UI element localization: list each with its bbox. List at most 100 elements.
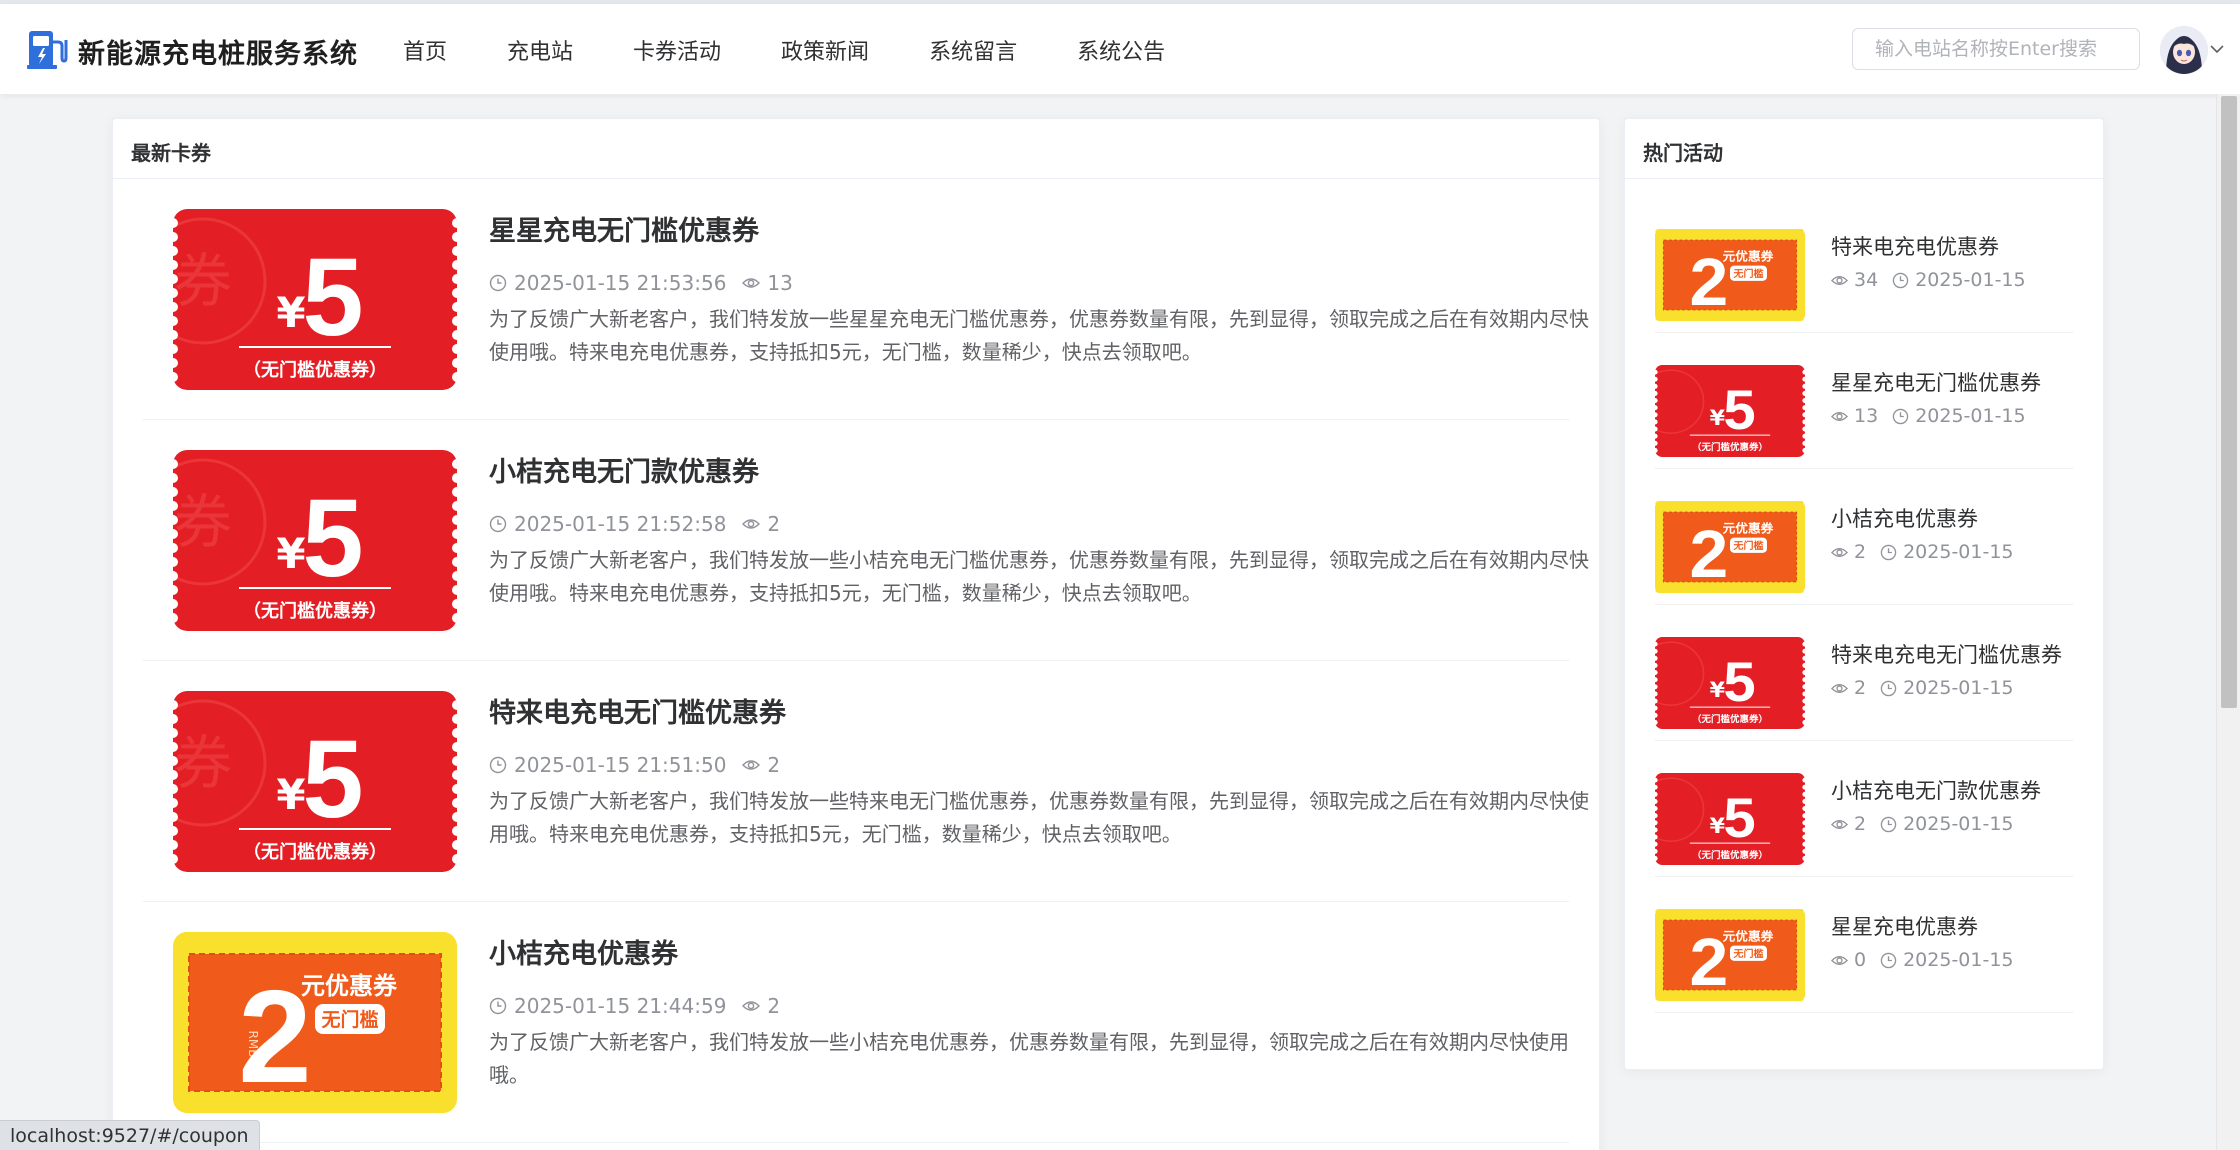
svg-text:¥: ¥	[276, 288, 305, 337]
svg-text:5: 5	[302, 236, 363, 359]
user-avatar[interactable]	[2160, 26, 2208, 74]
hot-activity-item[interactable]: 2 元优惠券 无门槛 特来电充电优惠券 34 2025-01-15	[1655, 197, 2073, 333]
coupon-description: 为了反馈广大新老客户，我们特发放一些星星充电无门槛优惠券，优惠券数量有限，先到显…	[489, 307, 1589, 364]
activity-image[interactable]: ¥ 5 （无门槛优惠券）	[1655, 637, 1805, 729]
svg-text:5: 5	[1723, 651, 1755, 714]
coupon-list-item[interactable]: RMB 2 元优惠券 无门槛 小桔充电优惠券 2025-01-15 21:44:…	[143, 902, 1569, 1143]
activity-views: 13	[1854, 405, 1879, 427]
svg-text:券: 券	[174, 247, 232, 315]
coupon-meta: 2025-01-15 21:51:50 2	[489, 753, 780, 777]
activity-title[interactable]: 特来电充电优惠券	[1831, 231, 1999, 261]
activity-image[interactable]: 2 元优惠券 无门槛	[1655, 909, 1805, 1001]
activity-title[interactable]: 星星充电优惠券	[1831, 911, 1978, 941]
hot-activity-item[interactable]: 2 元优惠券 无门槛 小桔充电优惠券 2 2025-01-15	[1655, 469, 2073, 605]
station-search-input[interactable]	[1852, 28, 2140, 70]
svg-text:无门槛: 无门槛	[1732, 267, 1763, 280]
activity-meta: 13 2025-01-15	[1831, 405, 2026, 427]
hot-activities-list: 2 元优惠券 无门槛 特来电充电优惠券 34 2025-01-15 ¥ 5 （无…	[1625, 179, 2103, 1013]
activity-views: 2	[1854, 541, 1867, 563]
coupon-image[interactable]: RMB 2 元优惠券 无门槛	[173, 932, 457, 1113]
svg-text:无门槛: 无门槛	[1732, 539, 1763, 552]
coupon-title[interactable]: 小桔充电无门款优惠券	[489, 450, 759, 489]
hot-activity-item[interactable]: ¥ 5 （无门槛优惠券） 星星充电无门槛优惠券 13 2025-01-15	[1655, 333, 2073, 469]
svg-text:¥: ¥	[1710, 814, 1725, 839]
activity-title[interactable]: 特来电充电无门槛优惠券	[1831, 639, 2062, 669]
svg-text:¥: ¥	[1710, 406, 1725, 431]
nav-messages[interactable]: 系统留言	[929, 34, 1017, 66]
clock-icon	[1880, 680, 1897, 696]
coupon-image[interactable]: 券 ¥ 5 （无门槛优惠券）	[173, 691, 457, 872]
eye-icon	[1831, 955, 1848, 965]
activity-title[interactable]: 小桔充电优惠券	[1831, 503, 1978, 533]
svg-text:（无门槛优惠券）: （无门槛优惠券）	[243, 359, 387, 381]
coupon-title[interactable]: 小桔充电优惠券	[489, 932, 678, 971]
coupon-image[interactable]: 券 ¥ 5 （无门槛优惠券）	[173, 450, 457, 631]
nav-charging-stations[interactable]: 充电站	[507, 34, 573, 66]
coupon-datetime: 2025-01-15 21:52:58	[514, 512, 727, 536]
hot-activity-item[interactable]: ¥ 5 （无门槛优惠券） 特来电充电无门槛优惠券 2 2025-01-15	[1655, 605, 2073, 741]
hot-activity-item[interactable]: 2 元优惠券 无门槛 星星充电优惠券 0 2025-01-15	[1655, 877, 2073, 1013]
coupon-list-item[interactable]: 券 ¥ 5 （无门槛优惠券） 小桔充电无门款优惠券 2025-01-15 21:…	[143, 420, 1589, 661]
svg-text:（无门槛优惠券）: （无门槛优惠券）	[1692, 713, 1768, 725]
activity-meta: 0 2025-01-15	[1831, 949, 2014, 971]
activity-views: 0	[1854, 949, 1867, 971]
coupon-title[interactable]: 特来电充电无门槛优惠券	[489, 691, 786, 730]
clock-icon	[1892, 408, 1909, 424]
activity-title[interactable]: 小桔充电无门款优惠券	[1831, 775, 2041, 805]
nav-coupon-activities[interactable]: 卡券活动	[633, 34, 721, 66]
activity-views: 2	[1854, 677, 1867, 699]
coupon-list-item[interactable]: 券 ¥ 5 （无门槛优惠券） 星星充电无门槛优惠券 2025-01-15 21:…	[143, 179, 1589, 420]
hot-activities-title: 热门活动	[1625, 119, 2103, 179]
svg-text:券: 券	[174, 729, 232, 797]
svg-text:¥: ¥	[276, 529, 305, 578]
svg-text:¥: ¥	[1710, 678, 1725, 703]
eye-icon	[742, 1001, 761, 1011]
coupon-datetime: 2025-01-15 21:53:56	[514, 271, 727, 295]
activity-date: 2025-01-15	[1915, 269, 2026, 291]
coupon-list-item[interactable]: 券 ¥ 5 （无门槛优惠券） 特来电充电无门槛优惠券 2025-01-15 21…	[143, 661, 1589, 902]
svg-text:5: 5	[1723, 787, 1755, 850]
top-navbar: 新能源充电桩服务系统 首页 充电站 卡券活动 政策新闻 系统留言 系统公告	[0, 4, 2240, 94]
page-scrollbar[interactable]	[2216, 94, 2240, 1150]
svg-text:¥: ¥	[276, 770, 305, 819]
coupon-views: 2	[767, 753, 781, 777]
clock-icon	[489, 274, 507, 292]
svg-text:（无门槛优惠券）: （无门槛优惠券）	[243, 841, 387, 863]
svg-text:元优惠券: 元优惠券	[1723, 521, 1774, 536]
eye-icon	[742, 519, 761, 529]
coupon-image[interactable]: 券 ¥ 5 （无门槛优惠券）	[173, 209, 457, 390]
nav-home[interactable]: 首页	[403, 34, 447, 66]
brand-title[interactable]: 新能源充电桩服务系统	[78, 32, 358, 71]
coupon-datetime: 2025-01-15 21:44:59	[514, 994, 727, 1018]
activity-date: 2025-01-15	[1903, 949, 2014, 971]
coupon-views: 2	[767, 994, 781, 1018]
chevron-down-icon[interactable]	[2210, 42, 2224, 58]
clock-icon	[1880, 952, 1897, 968]
activity-title[interactable]: 星星充电无门槛优惠券	[1831, 367, 2041, 397]
coupon-list: 券 ¥ 5 （无门槛优惠券） 星星充电无门槛优惠券 2025-01-15 21:…	[113, 179, 1599, 1143]
activity-meta: 2 2025-01-15	[1831, 677, 2014, 699]
hot-activity-item[interactable]: ¥ 5 （无门槛优惠券） 小桔充电无门款优惠券 2 2025-01-15	[1655, 741, 2073, 877]
eye-icon	[1831, 547, 1848, 557]
activity-date: 2025-01-15	[1903, 541, 2014, 563]
charging-station-logo-icon[interactable]	[27, 28, 69, 70]
eye-icon	[1831, 411, 1848, 421]
activity-image[interactable]: 2 元优惠券 无门槛	[1655, 229, 1805, 321]
clock-icon	[489, 997, 507, 1015]
coupon-title[interactable]: 星星充电无门槛优惠券	[489, 209, 759, 248]
activity-meta: 2 2025-01-15	[1831, 813, 2014, 835]
activity-image[interactable]: ¥ 5 （无门槛优惠券）	[1655, 365, 1805, 457]
activity-image[interactable]: ¥ 5 （无门槛优惠券）	[1655, 773, 1805, 865]
coupon-views: 13	[767, 271, 793, 295]
activity-image[interactable]: 2 元优惠券 无门槛	[1655, 501, 1805, 593]
coupon-views: 2	[767, 512, 781, 536]
clock-icon	[489, 756, 507, 774]
svg-text:元优惠券: 元优惠券	[1723, 929, 1774, 944]
nav-policy-news[interactable]: 政策新闻	[781, 34, 869, 66]
nav-announcements[interactable]: 系统公告	[1077, 34, 1165, 66]
clock-icon	[1880, 816, 1897, 832]
coupon-description: 为了反馈广大新老客户，我们特发放一些小桔充电优惠券，优惠券数量有限，先到显得，领…	[489, 1030, 1569, 1087]
eye-icon	[1831, 819, 1848, 829]
svg-text:（无门槛优惠券）: （无门槛优惠券）	[1692, 441, 1768, 453]
scrollbar-thumb[interactable]	[2221, 96, 2237, 708]
